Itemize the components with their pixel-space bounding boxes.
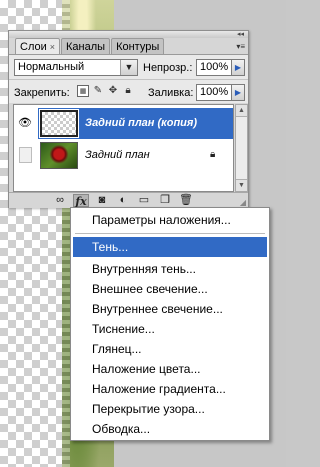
blend-mode-select[interactable]: Нормальный ▼ (14, 59, 138, 76)
layer-row-background[interactable]: Задний план 🔒︎ (14, 140, 233, 171)
panel-title-bar[interactable]: ◂◂ (9, 31, 248, 38)
resize-grip-icon[interactable]: ◢ (240, 198, 246, 207)
menu-item-inner-shadow[interactable]: Внутренняя тень... (73, 259, 267, 279)
tab-channels[interactable]: Каналы (61, 38, 111, 55)
new-layer-icon[interactable]: ❐ (157, 194, 173, 207)
panel-tabs: Слои × Каналы Контуры (15, 38, 165, 55)
eye-icon[interactable]: 👁︎ (16, 112, 34, 134)
fill-label: Заливка: (148, 87, 194, 99)
menu-item-blending-options[interactable]: Параметры наложения... (73, 210, 267, 230)
layer-thumbnail (39, 109, 79, 138)
menu-item-inner-glow[interactable]: Внутреннее свечение... (73, 299, 267, 319)
chevron-down-icon[interactable]: ▼ (120, 60, 137, 75)
scroll-up-icon[interactable]: ▲ (236, 105, 247, 117)
brush-icon[interactable]: ✎ (92, 85, 104, 97)
fx-icon[interactable]: fx (73, 194, 89, 208)
layer-name: Задний план (копия) (85, 117, 198, 129)
lock-icon: 🔒︎ (210, 149, 216, 160)
tab-paths[interactable]: Контуры (111, 38, 165, 55)
toolbar-icons: ∞ fx ◙ ◐ ▭ ❐ 🗑︎ (52, 194, 194, 208)
lock-label: Закрепить: (14, 87, 70, 99)
menu-item-satin[interactable]: Глянец... (73, 339, 267, 359)
panel-menu-icon[interactable]: ▾≡ (236, 42, 245, 51)
menu-separator (75, 233, 265, 234)
fill-field[interactable]: 100% (196, 84, 232, 101)
tab-channels-label: Каналы (66, 41, 106, 53)
menu-item-drop-shadow[interactable]: Тень... (73, 237, 267, 257)
layer-name: Задний план (85, 149, 150, 161)
menu-item-color-overlay[interactable]: Наложение цвета... (73, 359, 267, 379)
menu-item-pattern-overlay[interactable]: Перекрытие узора... (73, 399, 267, 419)
layer-style-menu: Параметры наложения... Тень... Внутрення… (70, 207, 270, 441)
layer-row-background-copy[interactable]: 👁︎ Задний план (копия) (14, 108, 233, 139)
tab-layers[interactable]: Слои × (15, 38, 61, 55)
scroll-down-icon[interactable]: ▼ (236, 179, 247, 191)
collapse-icon[interactable]: ◂◂ (237, 31, 244, 38)
lock-row: Закрепить: ▦ ✎ ✥ 🔒︎ Заливка: 100% ▶ (9, 79, 248, 103)
opacity-label: Непрозр.: (143, 62, 193, 74)
menu-item-bevel-emboss[interactable]: Тиснение... (73, 319, 267, 339)
lock-icon[interactable]: 🔒︎ (122, 85, 134, 97)
opacity-field[interactable]: 100% (196, 59, 232, 76)
panel-toolbar: ∞ fx ◙ ◐ ▭ ❐ 🗑︎ ◢ (9, 192, 248, 208)
link-icon[interactable]: ∞ (52, 194, 68, 207)
fill-slider-arrow-icon[interactable]: ▶ (232, 84, 245, 101)
tab-layers-label: Слои (20, 41, 47, 53)
folder-icon[interactable]: ▭ (136, 194, 152, 207)
menu-item-outer-glow[interactable]: Внешнее свечение... (73, 279, 267, 299)
layer-thumbnail (40, 142, 78, 169)
lock-transparent-icon[interactable]: ▦ (77, 85, 89, 97)
opacity-slider-arrow-icon[interactable]: ▶ (232, 59, 245, 76)
trash-icon[interactable]: 🗑︎ (178, 194, 194, 207)
adjustment-icon[interactable]: ◐ (115, 194, 131, 207)
layers-panel: ◂◂ Слои × Каналы Контуры ▾≡ Нормальный ▼… (8, 30, 249, 208)
tab-paths-label: Контуры (116, 41, 160, 53)
blend-row: Нормальный ▼ Непрозр.: 100% ▶ (9, 55, 248, 79)
move-icon[interactable]: ✥ (107, 85, 119, 97)
menu-item-stroke[interactable]: Обводка... (73, 419, 267, 439)
layers-scrollbar[interactable]: ▲ ▼ (235, 104, 248, 192)
blend-mode-value: Нормальный (18, 61, 85, 73)
lock-options: ▦ ✎ ✥ 🔒︎ (77, 85, 134, 97)
mask-icon[interactable]: ◙ (94, 194, 110, 207)
close-icon[interactable]: × (50, 39, 55, 55)
layers-list: 👁︎ Задний план (копия) Задний план 🔒︎ (13, 104, 234, 192)
visibility-toggle[interactable] (19, 147, 32, 163)
menu-item-gradient-overlay[interactable]: Наложение градиента... (73, 379, 267, 399)
